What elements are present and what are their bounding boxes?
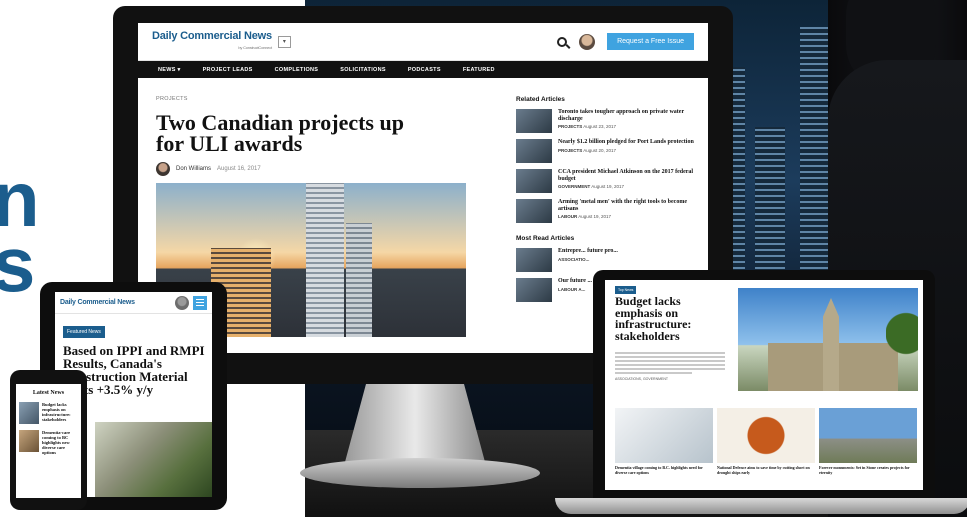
tablet-article-image bbox=[95, 422, 212, 497]
tablet-logo[interactable]: Daily Commercial News bbox=[60, 297, 135, 308]
card-title[interactable]: Forever monuments: Set in Stone creates … bbox=[819, 465, 917, 475]
article-thumbnail[interactable] bbox=[516, 278, 552, 302]
phone-item-title[interactable]: Dementia-care coming to BC highlights ne… bbox=[42, 430, 78, 455]
related-category[interactable]: PROJECTS bbox=[558, 148, 582, 153]
author-avatar bbox=[156, 162, 170, 176]
nav-item-solicitations[interactable]: SOLICITATIONS bbox=[340, 67, 386, 73]
laptop-screen: Top News Budget lacks emphasis on infras… bbox=[605, 280, 923, 490]
related-article[interactable]: Toronto takes tougher approach on privat… bbox=[516, 109, 696, 133]
request-free-issue-button[interactable]: Request a Free Issue bbox=[607, 33, 694, 50]
site-logo[interactable]: Daily Commercial News by ConstructConnec… bbox=[152, 29, 272, 53]
maple-leaf-image[interactable] bbox=[717, 408, 815, 463]
logo-text: Daily Commercial News bbox=[152, 29, 272, 42]
article-thumbnail[interactable] bbox=[516, 248, 552, 272]
related-date: August 19, 2017 bbox=[578, 214, 612, 219]
most-read-category[interactable]: LABOUR A... bbox=[558, 287, 585, 292]
laptop-article-meta: ASSOCIATIONS, GOVERNMENT bbox=[615, 377, 669, 381]
author-name[interactable]: Don Williams bbox=[176, 166, 211, 172]
tree bbox=[886, 308, 918, 391]
phone-item-title[interactable]: Budget lacks emphasis on infrastructure:… bbox=[42, 402, 78, 424]
article-thumbnail[interactable] bbox=[516, 169, 552, 193]
header-actions: Request a Free Issue bbox=[557, 33, 694, 50]
featured-news-badge[interactable]: Featured News bbox=[63, 326, 105, 338]
stethoscope-image[interactable] bbox=[615, 408, 713, 463]
phone: Latest News Budget lacks emphasis on inf… bbox=[10, 370, 87, 510]
phone-news-item[interactable]: Dementia-care coming to BC highlights ne… bbox=[19, 430, 78, 455]
article-thumbnail[interactable] bbox=[19, 430, 39, 452]
article-date: August 16, 2017 bbox=[217, 166, 261, 172]
latest-news-heading: Latest News bbox=[32, 390, 65, 396]
parliament-image bbox=[738, 288, 918, 391]
most-read-article[interactable]: Entrepre... future pro... ASSOCIATIO... bbox=[516, 248, 696, 272]
related-category[interactable]: LABOUR bbox=[558, 214, 577, 219]
laptop-base bbox=[555, 498, 967, 514]
nav-item-news[interactable]: NEWS ▾ bbox=[158, 67, 181, 73]
monitor-base bbox=[300, 458, 540, 488]
laptop: Top News Budget lacks emphasis on infras… bbox=[593, 270, 935, 500]
related-article[interactable]: Arming 'metal men' with the right tools … bbox=[516, 199, 696, 223]
phone-screen: Latest News Budget lacks emphasis on inf… bbox=[16, 384, 81, 498]
article-thumbnail[interactable] bbox=[516, 199, 552, 223]
related-date: August 19, 2017 bbox=[591, 184, 625, 189]
news-card[interactable]: Forever monuments: Set in Stone creates … bbox=[819, 408, 917, 475]
hero-banner: n s Daily Commercial News by ConstructCo… bbox=[0, 0, 967, 517]
nav-item-project-leads[interactable]: PROJECT LEADS bbox=[203, 67, 253, 73]
most-read-title[interactable]: Entrepre... future pro... bbox=[558, 248, 618, 254]
tablet-header: Daily Commercial News bbox=[55, 292, 212, 314]
news-card[interactable]: National Defence aims to save time by cu… bbox=[717, 408, 815, 475]
menu-icon[interactable] bbox=[193, 295, 207, 310]
peace-tower bbox=[823, 298, 839, 391]
nav-item-featured[interactable]: FEATURED bbox=[463, 67, 495, 73]
most-read-category[interactable]: ASSOCIATIO... bbox=[558, 257, 589, 262]
section-label[interactable]: PROJECTS bbox=[156, 96, 188, 102]
top-news-badge: Top News bbox=[615, 286, 637, 294]
related-title[interactable]: CCA president Michael Atkinson on the 20… bbox=[558, 169, 693, 182]
chevron-down-icon[interactable]: ▾ bbox=[277, 35, 291, 48]
user-icon[interactable] bbox=[175, 295, 189, 310]
most-read-heading: Most Read Articles bbox=[516, 235, 575, 242]
headline-fragment-2: s bbox=[0, 220, 36, 308]
laptop-article-title[interactable]: Budget lacks emphasis on infrastructure:… bbox=[615, 295, 725, 342]
card-grid: Dementia village coming to B.C. highligh… bbox=[615, 408, 920, 475]
phone-news-item[interactable]: Budget lacks emphasis on infrastructure:… bbox=[19, 402, 78, 424]
monument-image[interactable] bbox=[819, 408, 917, 463]
article-thumbnail[interactable] bbox=[516, 109, 552, 133]
article-excerpt: ASSOCIATIONS, GOVERNMENT bbox=[615, 352, 725, 381]
card-title[interactable]: National Defence aims to save time by cu… bbox=[717, 465, 815, 475]
related-title[interactable]: Arming 'metal men' with the right tools … bbox=[558, 199, 687, 212]
building bbox=[306, 183, 344, 337]
main-nav: NEWS ▾ PROJECT LEADS COMPLETIONS SOLICIT… bbox=[138, 61, 708, 78]
related-title[interactable]: Nearly $1.2 billion pledged for Port Lan… bbox=[558, 139, 694, 145]
article-thumbnail[interactable] bbox=[19, 402, 39, 424]
related-category[interactable]: PROJECTS bbox=[558, 124, 582, 129]
card-title[interactable]: Dementia village coming to B.C. highligh… bbox=[615, 465, 713, 475]
monitor-stand bbox=[345, 384, 485, 462]
avatar[interactable] bbox=[579, 33, 596, 50]
building bbox=[346, 223, 372, 337]
related-title[interactable]: Toronto takes tougher approach on privat… bbox=[558, 109, 684, 122]
related-heading: Related Articles bbox=[516, 96, 565, 103]
related-category[interactable]: GOVERNMENT bbox=[558, 184, 590, 189]
related-article[interactable]: Nearly $1.2 billion pledged for Port Lan… bbox=[516, 139, 696, 163]
news-card[interactable]: Dementia village coming to B.C. highligh… bbox=[615, 408, 713, 475]
logo-subtext: by ConstructConnect bbox=[238, 44, 272, 50]
search-icon[interactable] bbox=[557, 36, 568, 47]
nav-item-completions[interactable]: COMPLETIONS bbox=[275, 67, 319, 73]
related-date: August 20, 2017 bbox=[583, 147, 617, 153]
article-title: Two Canadian projects up for ULI awards bbox=[156, 110, 404, 156]
related-date: August 23, 2017 bbox=[583, 124, 617, 129]
site-header: Daily Commercial News by ConstructConnec… bbox=[138, 23, 708, 61]
byline: Don Williams August 16, 2017 bbox=[156, 162, 261, 176]
article-thumbnail[interactable] bbox=[516, 139, 552, 163]
related-article[interactable]: CCA president Michael Atkinson on the 20… bbox=[516, 169, 696, 193]
nav-item-podcasts[interactable]: PODCASTS bbox=[408, 67, 441, 73]
